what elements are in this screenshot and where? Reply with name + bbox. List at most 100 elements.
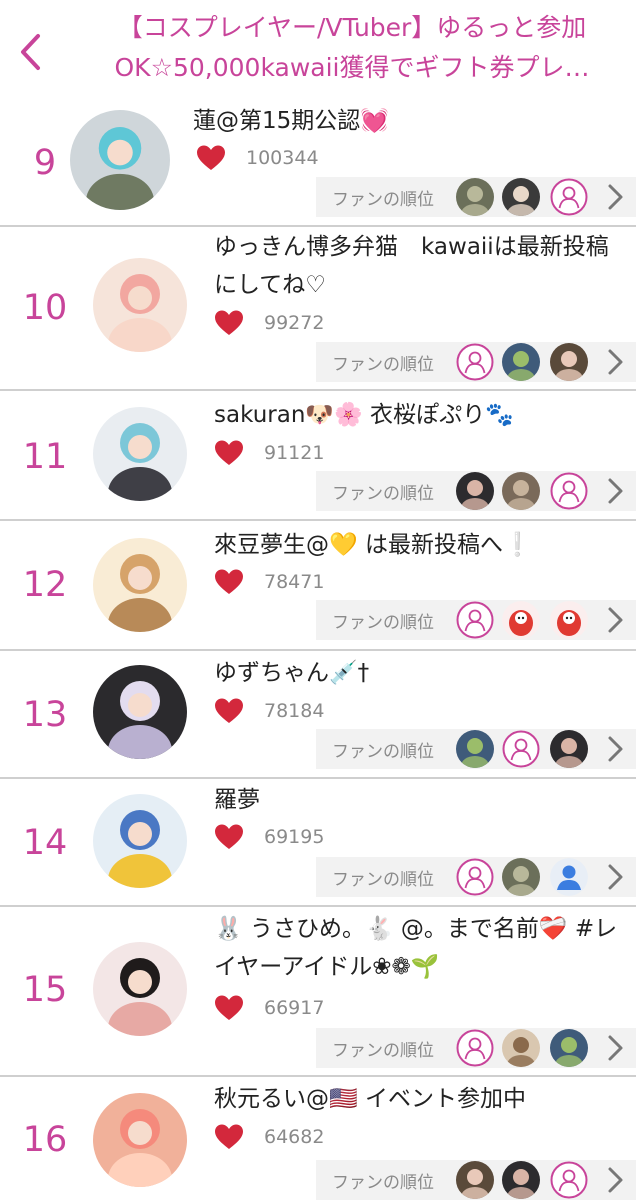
heart-icon — [215, 440, 243, 465]
photo-fan-icon[interactable] — [550, 730, 588, 768]
default-user-icon[interactable] — [456, 1029, 494, 1067]
fan-ranking-bar[interactable]: ファンの順位 — [316, 600, 636, 640]
heart-icon — [215, 310, 243, 335]
photo-fan-icon[interactable] — [502, 472, 540, 510]
fan-ranking-label: ファンの順位 — [332, 484, 434, 504]
photo-fan-icon[interactable] — [456, 178, 494, 216]
kawaii-count: 99272 — [214, 308, 324, 338]
avatar[interactable] — [93, 538, 187, 632]
user-name[interactable]: ゆっきん博多弁猫 kawaiiは最新投稿にしてね♡ — [214, 228, 624, 304]
heart-icon — [215, 995, 243, 1020]
fan-ranking-label: ファンの順位 — [332, 870, 434, 890]
photo-fan-icon[interactable] — [456, 472, 494, 510]
user-name[interactable]: ゆずちゃん💉† — [214, 654, 624, 692]
row-divider — [0, 389, 636, 391]
heart-icon — [215, 569, 243, 594]
fan-ranking-label: ファンの順位 — [332, 355, 434, 375]
chevron-right-icon[interactable] — [604, 863, 626, 891]
user-name[interactable]: sakuran🐶🌸 衣桜ぽぷり🐾 — [214, 396, 624, 434]
chevron-right-icon[interactable] — [604, 606, 626, 634]
kawaii-count: 69195 — [214, 822, 324, 852]
photo-fan-icon[interactable] — [502, 178, 540, 216]
kawaii-count: 64682 — [214, 1122, 324, 1152]
avatar[interactable] — [93, 942, 187, 1036]
photo-fan-icon[interactable] — [502, 1161, 540, 1199]
default-user-icon[interactable] — [456, 343, 494, 381]
kawaii-count-value: 91121 — [264, 442, 325, 464]
fan-ranking-label: ファンの順位 — [332, 1041, 434, 1061]
default-user-icon[interactable] — [456, 601, 494, 639]
user-name[interactable]: 蓮@第15期公認💓 — [193, 102, 603, 140]
fan-ranking-bar[interactable]: ファンの順位 — [316, 857, 636, 897]
heart-icon — [215, 1124, 243, 1149]
rank-number: 15 — [22, 970, 68, 1010]
default-user-icon[interactable] — [456, 858, 494, 896]
chevron-right-icon[interactable] — [604, 735, 626, 763]
chevron-right-icon[interactable] — [604, 348, 626, 376]
blue-user-icon[interactable] — [550, 858, 588, 896]
kawaii-count-value: 64682 — [264, 1126, 325, 1148]
kawaii-count: 100344 — [196, 143, 319, 173]
fan-ranking-bar[interactable]: ファンの順位 — [316, 1160, 636, 1200]
page-title-line-1: 【コスプレイヤー/VTuber】ゆるっと参加 — [117, 13, 587, 42]
kawaii-count-value: 69195 — [264, 826, 325, 848]
avatar[interactable] — [93, 794, 187, 888]
daruma-icon[interactable] — [550, 601, 588, 639]
user-name[interactable]: 🐰 うさひめ。🐇 @。まで名前❤️‍🩹 #レイヤーアイドル❀❁🌱 — [214, 910, 624, 986]
avatar[interactable] — [93, 665, 187, 759]
row-divider — [0, 649, 636, 651]
rank-number: 12 — [22, 565, 68, 605]
rank-number: 14 — [22, 823, 68, 863]
photo-fan-icon[interactable] — [456, 730, 494, 768]
chevron-right-icon[interactable] — [604, 477, 626, 505]
fan-ranking-label: ファンの順位 — [332, 1173, 434, 1193]
photo-fan-icon[interactable] — [550, 343, 588, 381]
avatar[interactable] — [93, 407, 187, 501]
kawaii-count: 66917 — [214, 993, 324, 1023]
rank-number: 13 — [22, 695, 68, 735]
kawaii-count-value: 78184 — [264, 700, 325, 722]
page-title-line-2: OK☆50,000kawaii獲得でギフト券プレ… — [114, 53, 590, 82]
kawaii-count: 78184 — [214, 696, 324, 726]
kawaii-count-value: 78471 — [264, 571, 325, 593]
heart-icon — [197, 145, 225, 170]
fan-ranking-label: ファンの順位 — [332, 190, 434, 210]
default-user-icon[interactable] — [550, 472, 588, 510]
rank-number: 16 — [22, 1120, 68, 1160]
fan-ranking-bar[interactable]: ファンの順位 — [316, 1028, 636, 1068]
chevron-right-icon[interactable] — [604, 183, 626, 211]
avatar[interactable] — [93, 258, 187, 352]
default-user-icon[interactable] — [502, 730, 540, 768]
back-chevron-icon[interactable] — [14, 30, 48, 74]
rank-number: 10 — [22, 288, 68, 328]
row-divider — [0, 225, 636, 227]
default-user-icon[interactable] — [550, 1161, 588, 1199]
fan-ranking-bar[interactable]: ファンの順位 — [316, 177, 636, 217]
row-divider — [0, 777, 636, 779]
kawaii-count: 78471 — [214, 567, 324, 597]
header: 【コスプレイヤー/VTuber】ゆるっと参加 OK☆50,000kawaii獲得… — [0, 0, 636, 98]
rank-number: 11 — [22, 437, 68, 477]
kawaii-count-value: 100344 — [246, 147, 319, 169]
photo-fan-icon[interactable] — [502, 343, 540, 381]
photo-fan-icon[interactable] — [502, 858, 540, 896]
fan-ranking-bar[interactable]: ファンの順位 — [316, 471, 636, 511]
row-divider — [0, 905, 636, 907]
user-name[interactable]: 秋元るい@🇺🇸 イベント参加中 — [214, 1080, 624, 1118]
daruma-icon[interactable] — [502, 601, 540, 639]
fan-ranking-bar[interactable]: ファンの順位 — [316, 729, 636, 769]
user-name[interactable]: 來豆夢生@💛 は最新投稿へ❕ — [214, 526, 624, 564]
row-divider — [0, 1075, 636, 1077]
fan-ranking-bar[interactable]: ファンの順位 — [316, 342, 636, 382]
page-title: 【コスプレイヤー/VTuber】ゆるっと参加 OK☆50,000kawaii獲得… — [72, 8, 632, 88]
avatar[interactable] — [93, 1093, 187, 1187]
default-user-icon[interactable] — [550, 178, 588, 216]
kawaii-count-value: 66917 — [264, 997, 325, 1019]
photo-fan-icon[interactable] — [456, 1161, 494, 1199]
chevron-right-icon[interactable] — [604, 1166, 626, 1194]
chevron-right-icon[interactable] — [604, 1034, 626, 1062]
photo-fan-icon[interactable] — [502, 1029, 540, 1067]
avatar[interactable] — [70, 110, 170, 210]
user-name[interactable]: 羅夢 — [214, 781, 624, 819]
photo-fan-icon[interactable] — [550, 1029, 588, 1067]
